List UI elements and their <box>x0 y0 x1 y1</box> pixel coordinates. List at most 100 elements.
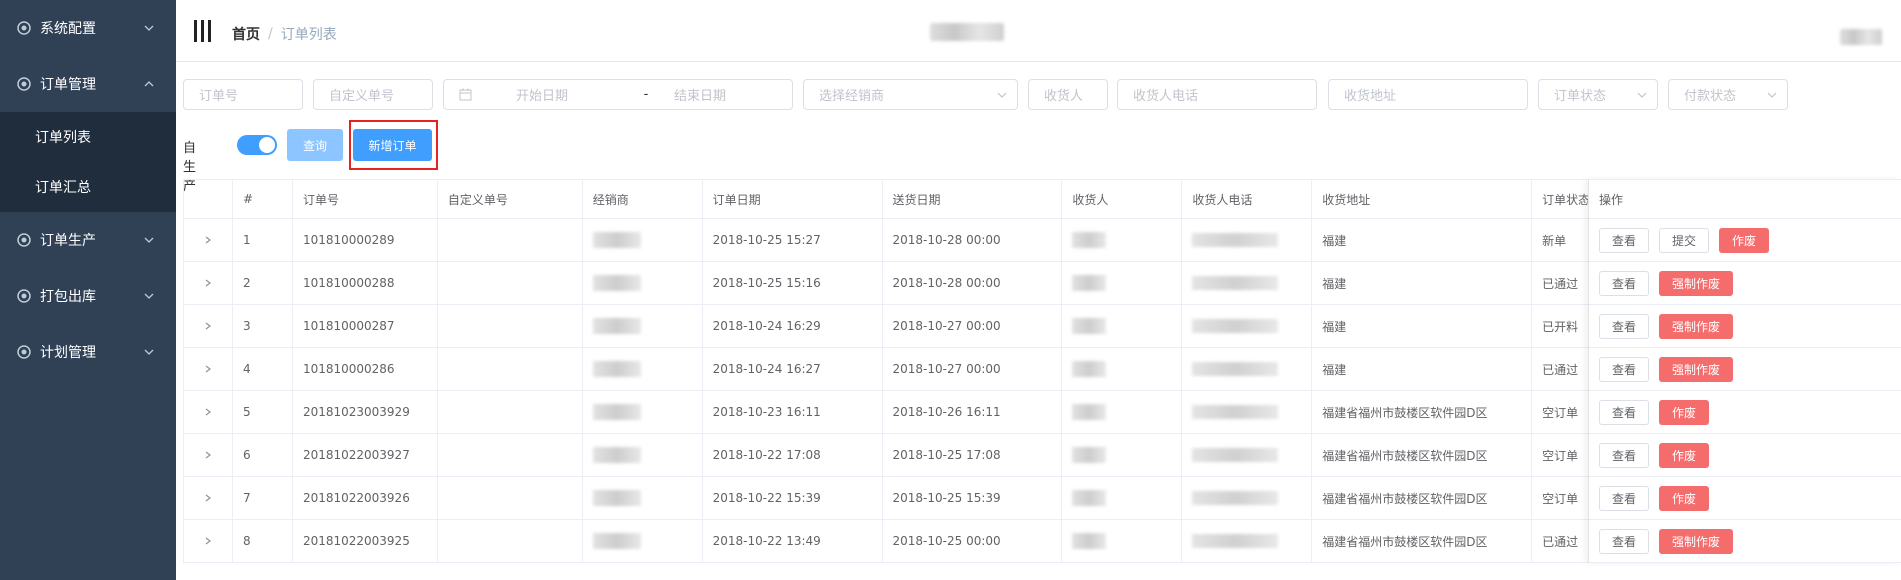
void-button[interactable]: 作废 <box>1659 442 1709 468</box>
table-row[interactable]: 2 101810000288 2018-10-25 15:16 2018-10-28 … <box>183 262 1594 305</box>
expand-cell[interactable] <box>184 520 233 562</box>
receiver-phone-input[interactable]: 收货人电话 <box>1117 79 1317 110</box>
cell-receiver-phone <box>1182 391 1313 433</box>
view-button[interactable]: 查看 <box>1599 356 1649 382</box>
order-status-select[interactable]: 订单状态 <box>1538 79 1658 110</box>
chevron-right-icon[interactable] <box>204 322 212 330</box>
chevron-right-icon[interactable] <box>204 365 212 373</box>
view-button[interactable]: 查看 <box>1599 442 1649 468</box>
table-row[interactable]: 7 20181022003926 2018-10-22 15:39 2018-10-2… <box>183 477 1594 520</box>
redacted-distributor <box>592 318 641 334</box>
expand-cell[interactable] <box>184 434 233 476</box>
redacted-receiver <box>1072 404 1107 420</box>
cell-custom-no <box>438 262 583 304</box>
expand-cell[interactable] <box>184 219 233 261</box>
redacted-phone <box>1192 534 1279 548</box>
expand-cell[interactable] <box>184 348 233 390</box>
force-void-button[interactable]: 强制作废 <box>1659 270 1733 296</box>
void-button[interactable]: 作废 <box>1659 399 1709 425</box>
date-range-picker[interactable]: 开始日期 - 结束日期 <box>443 79 793 110</box>
user-avatar[interactable] <box>1840 29 1882 45</box>
chevron-right-icon[interactable] <box>204 236 212 244</box>
cell-receiver <box>1062 391 1183 433</box>
force-void-button[interactable]: 强制作废 <box>1659 313 1733 339</box>
chevron-right-icon[interactable] <box>204 494 212 502</box>
chevron-right-icon[interactable] <box>204 408 212 416</box>
custom-no-input[interactable]: 自定义单号 <box>313 79 433 110</box>
redacted-phone <box>1192 233 1279 247</box>
hamburger-icon[interactable] <box>194 20 212 42</box>
view-button[interactable]: 查看 <box>1599 399 1649 425</box>
receiver-address-input[interactable]: 收货地址 <box>1328 79 1528 110</box>
chevron-down-icon <box>144 237 154 243</box>
breadcrumb-home[interactable]: 首页 <box>232 24 260 44</box>
redacted-distributor <box>592 361 641 377</box>
force-void-button[interactable]: 强制作废 <box>1659 356 1733 382</box>
receiver-input[interactable]: 收货人 <box>1028 79 1108 110</box>
table-row[interactable]: 4 101810000286 2018-10-24 16:27 2018-10-27 … <box>183 348 1594 391</box>
pay-status-select[interactable]: 付款状态 <box>1668 79 1788 110</box>
cell-distributor <box>583 348 703 390</box>
distributor-select[interactable]: 选择经销商 <box>803 79 1018 110</box>
sidebar-item-order-production[interactable]: 订单生产 <box>0 212 176 268</box>
table-row[interactable]: 6 20181022003927 2018-10-22 17:08 2018-10-2… <box>183 434 1594 477</box>
view-button[interactable]: 查看 <box>1599 270 1649 296</box>
cell-receiver <box>1062 219 1183 261</box>
table-row[interactable]: 1 101810000289 2018-10-25 15:27 2018-10-28 … <box>183 219 1594 262</box>
redacted-title <box>930 23 1004 41</box>
table-row[interactable]: 5 20181023003929 2018-10-23 16:11 2018-10-2… <box>183 391 1594 434</box>
chevron-right-icon[interactable] <box>204 451 212 459</box>
switch-knob <box>259 137 275 153</box>
sidebar-item-order-list[interactable]: 订单列表 <box>0 112 176 162</box>
cell-index: 8 <box>233 520 293 562</box>
submit-button[interactable]: 提交 <box>1659 227 1709 253</box>
gear-icon <box>17 289 31 303</box>
sidebar-item-packing-outbound[interactable]: 打包出库 <box>0 268 176 324</box>
sidebar-item-label: 订单生产 <box>40 233 96 249</box>
cell-order-no: 20181022003925 <box>293 520 438 562</box>
self-produce-switch[interactable] <box>237 135 277 155</box>
cell-order-date: 2018-10-22 17:08 <box>703 434 883 476</box>
cell-index: 3 <box>233 305 293 347</box>
view-button[interactable]: 查看 <box>1599 227 1649 253</box>
force-void-button[interactable]: 强制作废 <box>1659 528 1733 554</box>
expand-cell[interactable] <box>184 262 233 304</box>
view-button[interactable]: 查看 <box>1599 528 1649 554</box>
sidebar-item-order-management[interactable]: 订单管理 <box>0 56 176 112</box>
col-custom-no: 自定义单号 <box>438 180 583 218</box>
query-button[interactable]: 查询 <box>287 129 343 161</box>
expand-cell[interactable] <box>184 477 233 519</box>
submenu-order-management: 订单列表 订单汇总 <box>0 112 176 212</box>
end-date-input[interactable]: 结束日期 <box>666 85 776 104</box>
cell-address: 福建省福州市鼓楼区软件园D区 <box>1312 477 1533 519</box>
sidebar-item-label: 打包出库 <box>40 289 96 305</box>
expand-cell[interactable] <box>184 305 233 347</box>
expand-cell[interactable] <box>184 391 233 433</box>
cell-delivery-date: 2018-10-28 00:00 <box>883 219 1063 261</box>
table-header: # 订单号 自定义单号 经销商 订单日期 送货日期 收货人 收货人电话 收货地址… <box>183 179 1594 219</box>
cell-status: 空订单 <box>1542 491 1579 506</box>
sidebar-item-order-summary[interactable]: 订单汇总 <box>0 162 176 212</box>
void-button[interactable]: 作废 <box>1719 227 1769 253</box>
cell-receiver <box>1062 520 1183 562</box>
cell-status: 空订单 <box>1542 448 1579 463</box>
cell-delivery-date: 2018-10-25 15:39 <box>883 477 1063 519</box>
table-row[interactable]: 3 101810000287 2018-10-24 16:29 2018-10-27 … <box>183 305 1594 348</box>
sidebar-item-system-config[interactable]: 系统配置 <box>0 0 176 56</box>
chevron-right-icon[interactable] <box>204 537 212 545</box>
redacted-phone <box>1192 319 1279 333</box>
void-button[interactable]: 作废 <box>1659 485 1709 511</box>
redacted-phone <box>1192 405 1279 419</box>
chevron-right-icon[interactable] <box>204 279 212 287</box>
sidebar-item-plan-management[interactable]: 计划管理 <box>0 324 176 380</box>
ops-row: 查看 作废 <box>1589 391 1901 434</box>
view-button[interactable]: 查看 <box>1599 313 1649 339</box>
view-button[interactable]: 查看 <box>1599 485 1649 511</box>
redacted-phone <box>1192 448 1279 462</box>
order-no-input[interactable]: 订单号 <box>183 79 303 110</box>
table-row[interactable]: 8 20181022003925 2018-10-22 13:49 2018-10-2… <box>183 520 1594 563</box>
cell-order-no: 20181022003927 <box>293 434 438 476</box>
start-date-input[interactable]: 开始日期 <box>516 85 626 104</box>
gear-icon <box>17 345 31 359</box>
calendar-icon <box>459 88 472 101</box>
